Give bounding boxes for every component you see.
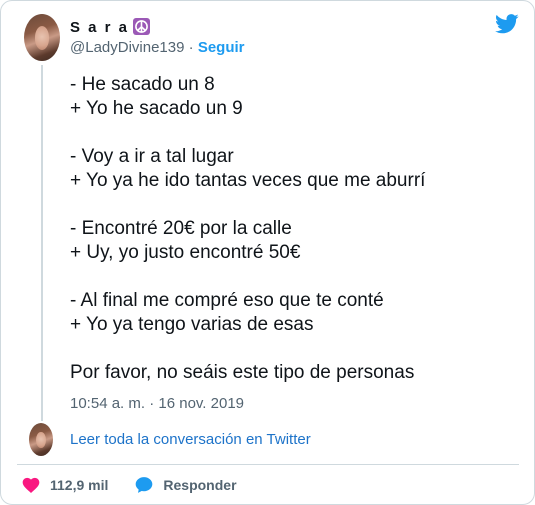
tweet-text: - He sacado un 8 + Yo he sacado un 9 - V… xyxy=(70,73,510,385)
action-bar: 112,9 mil Responder xyxy=(21,474,237,496)
author-handle[interactable]: @LadyDivine139 xyxy=(70,39,184,56)
thread-avatar[interactable] xyxy=(29,423,53,456)
tweet-line: - Encontré 20€ por la calle xyxy=(70,218,292,239)
tweet-line: - He sacado un 8 xyxy=(70,74,215,95)
speech-bubble-icon xyxy=(136,477,153,493)
read-conversation-link[interactable]: Leer toda la conversación en Twitter xyxy=(70,431,311,448)
tweet-line: - Voy a ir a tal lugar xyxy=(70,146,234,167)
tweet-line: + Yo he sacado un 9 xyxy=(70,98,243,119)
reply-label: Responder xyxy=(163,477,237,493)
peace-symbol-icon xyxy=(133,18,151,35)
author-name-text[interactable]: S a r a xyxy=(70,19,129,36)
tweet-line: + Yo ya tengo varias de esas xyxy=(70,314,314,335)
like-button[interactable]: 112,9 mil xyxy=(21,475,108,495)
thread-line xyxy=(41,65,43,421)
tweet-card: S a r a @LadyDivine139 · Seguir - He sac… xyxy=(0,0,535,505)
tweet-line: - Al final me compré eso que te conté xyxy=(70,290,384,311)
author-avatar[interactable] xyxy=(24,14,60,61)
follow-button[interactable]: Seguir xyxy=(198,39,245,56)
author-handle-row: @LadyDivine139 · Seguir xyxy=(70,39,245,56)
heart-icon xyxy=(22,477,40,493)
tweet-line: + Uy, yo justo encontré 50€ xyxy=(70,242,301,263)
twitter-bird-icon[interactable] xyxy=(495,14,519,34)
separator-dot: · xyxy=(188,39,194,56)
tweet-line: + Yo ya he ido tantas veces que me aburr… xyxy=(70,170,426,191)
author-name[interactable]: S a r a xyxy=(70,18,151,36)
tweet-line: Por favor, no seáis este tipo de persona… xyxy=(70,362,415,383)
tweet-timestamp[interactable]: 10:54 a. m. · 16 nov. 2019 xyxy=(70,395,244,412)
like-count: 112,9 mil xyxy=(50,477,109,493)
divider xyxy=(17,464,519,465)
reply-button[interactable]: Responder xyxy=(134,475,237,495)
